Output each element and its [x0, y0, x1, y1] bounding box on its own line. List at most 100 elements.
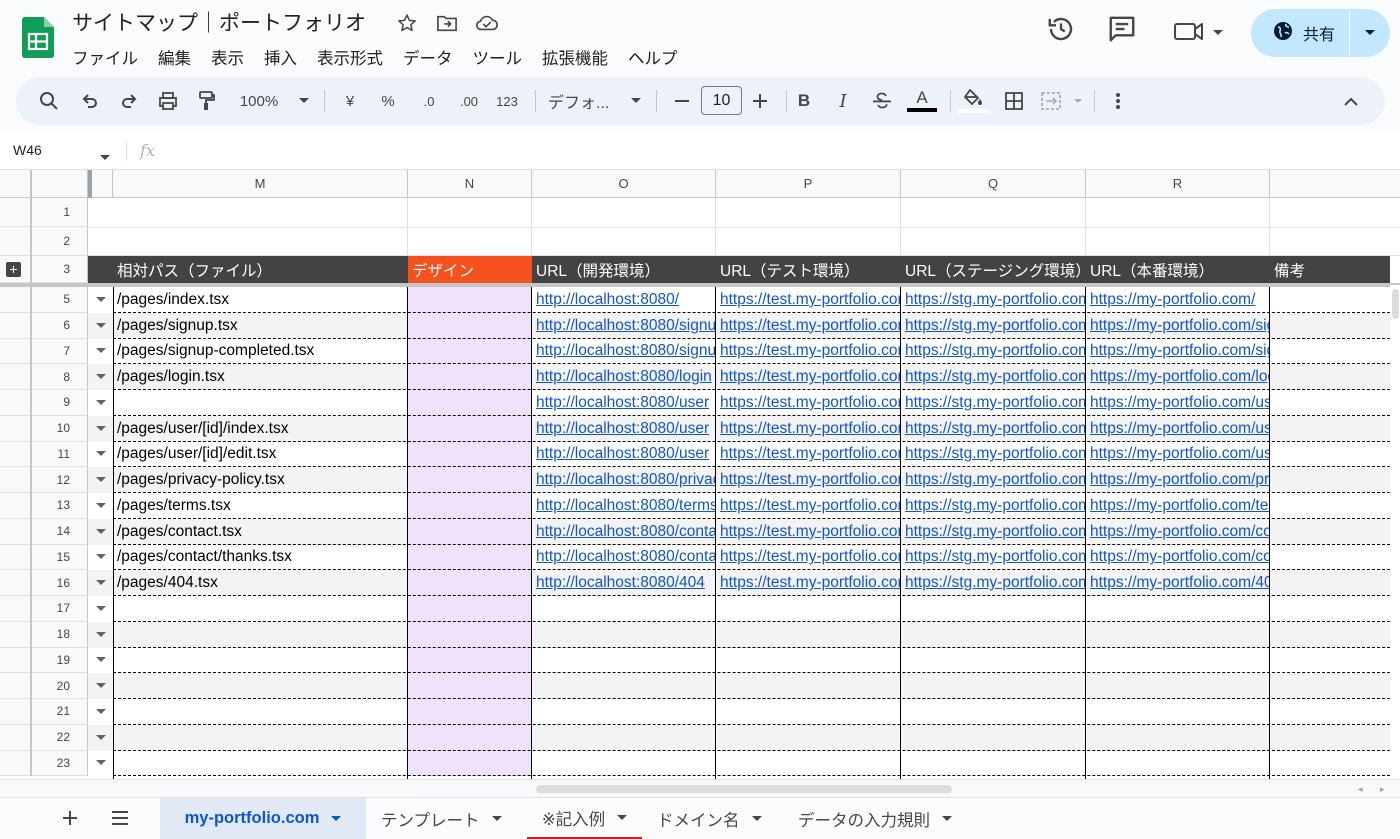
- url-link[interactable]: https://my-portfolio.com/user: [1090, 445, 1270, 463]
- row-header[interactable]: 17: [0, 596, 88, 622]
- dev-url-cell[interactable]: http://localhost:8080/contact: [532, 518, 716, 545]
- design-cell[interactable]: [408, 364, 532, 390]
- row-header[interactable]: 8: [0, 364, 88, 390]
- url-link[interactable]: https://test.my-portfolio.com/signup: [720, 317, 901, 335]
- sheet-tab[interactable]: ※記入例: [527, 798, 642, 839]
- row-header[interactable]: 5: [0, 287, 88, 313]
- stg-url-cell[interactable]: https://stg.my-portfolio.com/404: [901, 570, 1086, 596]
- row-header[interactable]: 9: [0, 390, 88, 416]
- dev-url-cell[interactable]: http://localhost:8080/signup-completed: [532, 338, 716, 365]
- header-cell-design[interactable]: デザイン: [408, 256, 532, 283]
- design-cell[interactable]: [408, 415, 532, 442]
- menu-file[interactable]: ファイル: [62, 43, 148, 71]
- borders-icon[interactable]: [1001, 77, 1027, 125]
- url-link[interactable]: https://test.my-portfolio.com/: [720, 291, 901, 309]
- scroll-left-icon[interactable]: ◂: [1358, 784, 1363, 795]
- sheet-tab[interactable]: データの入力規則: [798, 798, 952, 839]
- dev-url-cell[interactable]: [532, 621, 716, 648]
- stg-url-cell[interactable]: [901, 699, 1086, 725]
- horizontal-scrollbar[interactable]: ◂ ▸: [0, 779, 1400, 797]
- url-link[interactable]: http://localhost:8080/signup: [536, 317, 716, 335]
- url-link[interactable]: https://my-portfolio.com/contact: [1090, 548, 1270, 566]
- menu-edit[interactable]: 編集: [148, 43, 201, 71]
- path-cell[interactable]: /pages/404.tsx: [113, 570, 408, 596]
- dev-url-cell[interactable]: http://localhost:8080/user: [532, 441, 716, 468]
- row-dropdown-icon[interactable]: [88, 312, 113, 339]
- notes-cell[interactable]: [1270, 390, 1390, 416]
- row-dropdown-icon[interactable]: [88, 467, 113, 493]
- url-link[interactable]: https://my-portfolio.com/user: [1090, 420, 1270, 438]
- design-cell[interactable]: [408, 518, 532, 545]
- prod-url-cell[interactable]: https://my-portfolio.com/user: [1086, 441, 1270, 468]
- menu-help[interactable]: ヘルプ: [618, 43, 688, 71]
- stg-url-cell[interactable]: https://stg.my-portfolio.com/signup: [901, 312, 1086, 339]
- notes-cell[interactable]: [1270, 724, 1390, 751]
- move-folder-icon[interactable]: [435, 11, 459, 35]
- percent-format-button[interactable]: %: [376, 77, 400, 125]
- design-cell[interactable]: [408, 467, 532, 493]
- tab-dropdown-icon[interactable]: [751, 815, 762, 822]
- dev-url-cell[interactable]: [532, 750, 716, 777]
- path-cell[interactable]: /pages/signup-completed.tsx: [113, 338, 408, 365]
- prod-url-cell[interactable]: https://my-portfolio.com/contact: [1086, 518, 1270, 545]
- row-dropdown-icon[interactable]: [88, 699, 113, 725]
- prod-url-cell[interactable]: https://my-portfolio.com/: [1086, 287, 1270, 313]
- design-cell[interactable]: [408, 493, 532, 519]
- row-dropdown-icon[interactable]: [88, 415, 113, 442]
- currency-format-button[interactable]: ¥: [338, 77, 362, 125]
- row-dropdown-icon[interactable]: [88, 621, 113, 648]
- row-dropdown-icon[interactable]: [88, 724, 113, 751]
- path-cell[interactable]: [113, 750, 408, 777]
- prod-url-cell[interactable]: [1086, 647, 1270, 674]
- stg-url-cell[interactable]: https://stg.my-portfolio.com/user: [901, 441, 1086, 468]
- stg-url-cell[interactable]: https://stg.my-portfolio.com/terms: [901, 493, 1086, 519]
- url-link[interactable]: http://localhost:8080/user: [536, 420, 709, 438]
- url-link[interactable]: http://localhost:8080/: [536, 291, 679, 309]
- column-header-P[interactable]: P: [716, 170, 901, 198]
- font-family-select[interactable]: デフォ...: [548, 77, 620, 125]
- font-dropdown-icon[interactable]: [628, 77, 644, 125]
- url-link[interactable]: https://my-portfolio.com/login: [1090, 368, 1270, 386]
- prod-url-cell[interactable]: https://my-portfolio.com/user: [1086, 415, 1270, 442]
- prod-url-cell[interactable]: https://my-portfolio.com/signup: [1086, 312, 1270, 339]
- stg-url-cell[interactable]: https://stg.my-portfolio.com/login: [901, 364, 1086, 390]
- test-url-cell[interactable]: [716, 699, 901, 725]
- prod-url-cell[interactable]: [1086, 621, 1270, 648]
- test-url-cell[interactable]: https://test.my-portfolio.com/: [716, 287, 901, 313]
- redo-icon[interactable]: [114, 77, 144, 125]
- all-sheets-icon[interactable]: [110, 809, 130, 832]
- path-cell[interactable]: [113, 390, 408, 416]
- stg-url-cell[interactable]: https://stg.my-portfolio.com/user: [901, 390, 1086, 416]
- history-icon[interactable]: [1046, 14, 1076, 49]
- row-header[interactable]: 16: [0, 570, 88, 596]
- zoom-dropdown-icon[interactable]: [296, 77, 312, 125]
- url-link[interactable]: https://test.my-portfolio.com/user: [720, 420, 901, 438]
- test-url-cell[interactable]: https://test.my-portfolio.com/user: [716, 441, 901, 468]
- url-link[interactable]: https://test.my-portfolio.com/contact: [720, 548, 901, 566]
- horizontal-scroll-thumb[interactable]: [536, 785, 952, 793]
- menu-format[interactable]: 表示形式: [307, 43, 393, 71]
- notes-cell[interactable]: [1270, 621, 1390, 648]
- row-header[interactable]: 23: [0, 750, 88, 777]
- stg-url-cell[interactable]: [901, 596, 1086, 622]
- test-url-cell[interactable]: https://test.my-portfolio.com/contact: [716, 518, 901, 545]
- sheets-logo-icon[interactable]: [22, 17, 54, 58]
- notes-cell[interactable]: [1270, 673, 1390, 699]
- row-header[interactable]: 20: [0, 673, 88, 699]
- path-cell[interactable]: /pages/contact/thanks.tsx: [113, 544, 408, 571]
- zoom-value[interactable]: 100%: [234, 77, 284, 125]
- prod-url-cell[interactable]: [1086, 750, 1270, 777]
- dev-url-cell[interactable]: [532, 673, 716, 699]
- scroll-right-icon[interactable]: ▸: [1380, 784, 1385, 795]
- vertical-scrollbar[interactable]: [1390, 285, 1400, 779]
- row-header[interactable]: 15: [0, 544, 88, 571]
- notes-cell[interactable]: [1270, 596, 1390, 622]
- decrease-font-size-icon[interactable]: [671, 77, 693, 125]
- test-url-cell[interactable]: https://test.my-portfolio.com/404: [716, 570, 901, 596]
- path-cell[interactable]: [113, 596, 408, 622]
- sheet-tab[interactable]: ドメイン名: [657, 798, 762, 839]
- path-cell[interactable]: [113, 724, 408, 751]
- notes-cell[interactable]: [1270, 518, 1390, 545]
- notes-cell[interactable]: [1270, 467, 1390, 493]
- add-sheet-icon[interactable]: [60, 808, 80, 833]
